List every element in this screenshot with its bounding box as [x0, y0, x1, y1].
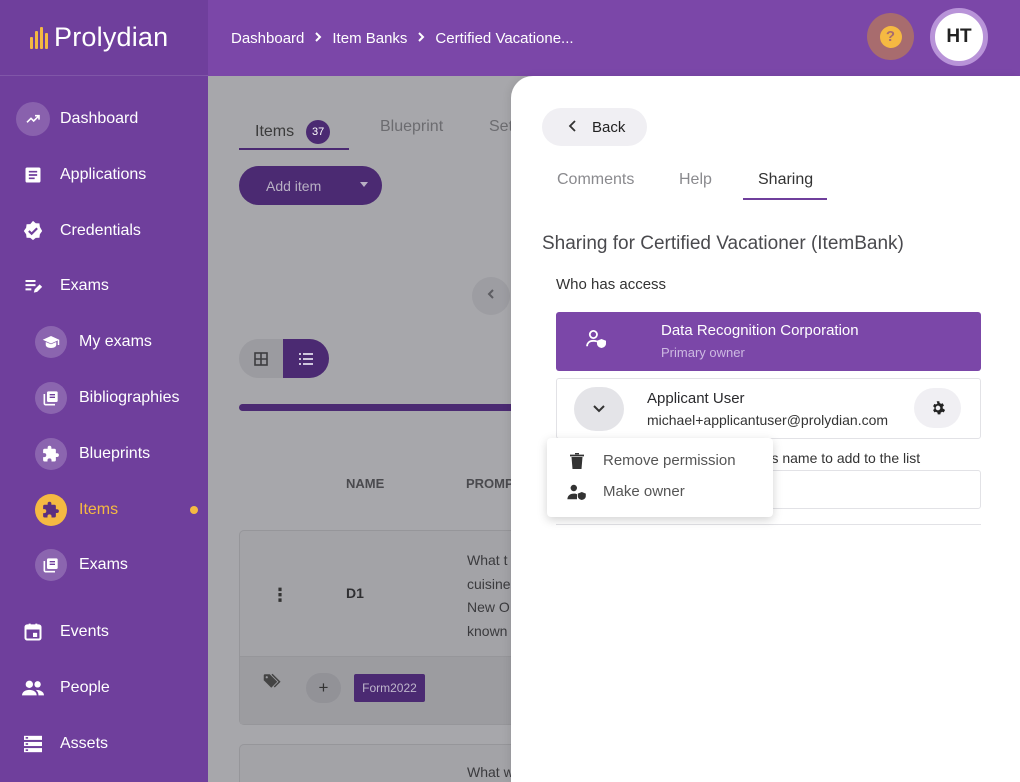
loading-progress-bar [239, 404, 529, 411]
puzzle-icon [35, 438, 67, 470]
sharing-title: Sharing for Certified Vacationer (ItemBa… [542, 233, 904, 254]
sidebar-item-exams-group[interactable]: Exams [0, 264, 208, 308]
library-books-icon [35, 382, 67, 414]
tag-chip[interactable]: Form2022 [354, 674, 425, 702]
item-card: What w [239, 744, 539, 782]
caret-down-icon[interactable] [360, 182, 368, 187]
sidebar: Prolydian Dashboard Applications Credent… [0, 0, 208, 782]
breadcrumb-dashboard[interactable]: Dashboard [231, 30, 304, 47]
plus-icon: + [318, 678, 329, 697]
sidebar-item-credentials[interactable]: Credentials [0, 209, 208, 253]
remove-permission-menu-item[interactable]: Remove permission [547, 445, 773, 476]
make-owner-menu-item[interactable]: Make owner [547, 476, 773, 507]
tag-icon [263, 673, 281, 693]
item-prompt: What t cuisine New O known [467, 552, 511, 639]
avatar[interactable]: HT [930, 8, 988, 66]
chevron-right-icon [415, 30, 427, 47]
column-header-name[interactable]: NAME [346, 476, 384, 491]
breadcrumb-item-banks[interactable]: Item Banks [332, 30, 407, 47]
chevron-right-icon [312, 30, 324, 47]
trend-up-icon [16, 102, 50, 136]
sharing-panel: Back Comments Help Sharing Sharing for C… [511, 76, 1020, 782]
edit-list-icon [22, 275, 44, 297]
sidebar-item-assets[interactable]: Assets [0, 722, 208, 766]
add-item-button[interactable]: Add item [239, 166, 382, 205]
person-shield-icon [567, 484, 587, 500]
expand-user-button[interactable] [574, 387, 624, 431]
library-books-icon [35, 549, 67, 581]
puzzle-icon [35, 494, 67, 526]
user-email: michael+applicantuser@prolydian.com [647, 412, 889, 428]
list-view-button[interactable] [283, 339, 329, 378]
graduation-cap-icon [35, 326, 67, 358]
sidebar-item-blueprints[interactable]: Blueprints [0, 432, 208, 476]
tab-help[interactable]: Help [679, 171, 712, 189]
back-button[interactable]: Back [542, 108, 647, 146]
sidebar-item-items[interactable]: Items [0, 488, 208, 532]
calendar-icon [22, 621, 44, 643]
sidebar-item-applications[interactable]: Applications [0, 153, 208, 197]
logo-text: Prolydian [54, 22, 169, 52]
add-tag-button[interactable]: + [306, 673, 341, 703]
chevron-left-icon [485, 287, 497, 305]
previous-page-button[interactable] [472, 277, 510, 315]
logo[interactable]: Prolydian [0, 0, 208, 76]
user-name: Applicant User [647, 390, 745, 407]
item-card-footer: + Form2022 [240, 656, 538, 724]
user-settings-button[interactable] [914, 388, 961, 428]
item-prompt: What w [467, 764, 514, 780]
owner-name: Data Recognition Corporation [661, 322, 859, 339]
sidebar-item-people[interactable]: People [0, 666, 208, 710]
top-header: Dashboard Item Banks Certified Vacatione… [208, 0, 1020, 76]
active-indicator-dot [190, 506, 198, 514]
chevron-down-icon [593, 405, 605, 413]
people-icon [22, 677, 44, 699]
item-card: ⋮ D1 What t cuisine New O known + Form20… [239, 530, 539, 725]
user-row: Applicant User michael+applicantuser@pro… [556, 378, 981, 439]
sidebar-item-my-exams[interactable]: My exams [0, 320, 208, 364]
trash-icon [567, 452, 587, 469]
column-header-prompt[interactable]: PROMP [466, 476, 514, 491]
add-person-hint: n's name to add to the list [761, 450, 921, 466]
person-shield-icon [586, 330, 608, 353]
chevron-left-icon [568, 119, 578, 136]
view-toggle [239, 339, 329, 378]
grid-icon [254, 351, 268, 366]
help-button[interactable]: ? [867, 13, 914, 60]
verified-badge-icon [22, 220, 44, 242]
tab-sharing[interactable]: Sharing [758, 171, 813, 189]
item-id: D1 [346, 585, 364, 601]
sidebar-item-bibliographies[interactable]: Bibliographies [0, 376, 208, 420]
logo-mark-icon [30, 26, 48, 49]
sidebar-item-events[interactable]: Events [0, 610, 208, 654]
gear-icon [932, 401, 945, 415]
sidebar-item-exams[interactable]: Exams [0, 543, 208, 587]
who-has-access-label: Who has access [556, 276, 667, 293]
sidebar-item-dashboard[interactable]: Dashboard [0, 97, 208, 141]
breadcrumb-current[interactable]: Certified Vacatione... [435, 30, 573, 47]
tab-comments[interactable]: Comments [557, 171, 634, 189]
owner-role: Primary owner [661, 345, 745, 360]
user-actions-menu: Remove permission Make owner [547, 438, 773, 517]
breadcrumb: Dashboard Item Banks Certified Vacatione… [208, 30, 574, 47]
more-vert-icon[interactable]: ⋮ [271, 585, 289, 606]
tab-blueprint[interactable]: Blueprint [380, 118, 443, 136]
list-icon [299, 352, 313, 365]
owner-row: Data Recognition Corporation Primary own… [556, 312, 981, 371]
items-count-badge: 37 [306, 120, 331, 144]
document-icon [22, 164, 44, 186]
storage-icon [22, 733, 44, 755]
active-tab-underline [743, 198, 827, 200]
divider [556, 524, 981, 525]
tab-items[interactable]: Items 37 [239, 116, 349, 150]
tab-settings[interactable]: Set [489, 118, 513, 136]
help-circle-icon: ? [879, 25, 902, 48]
grid-view-button[interactable] [239, 339, 283, 378]
